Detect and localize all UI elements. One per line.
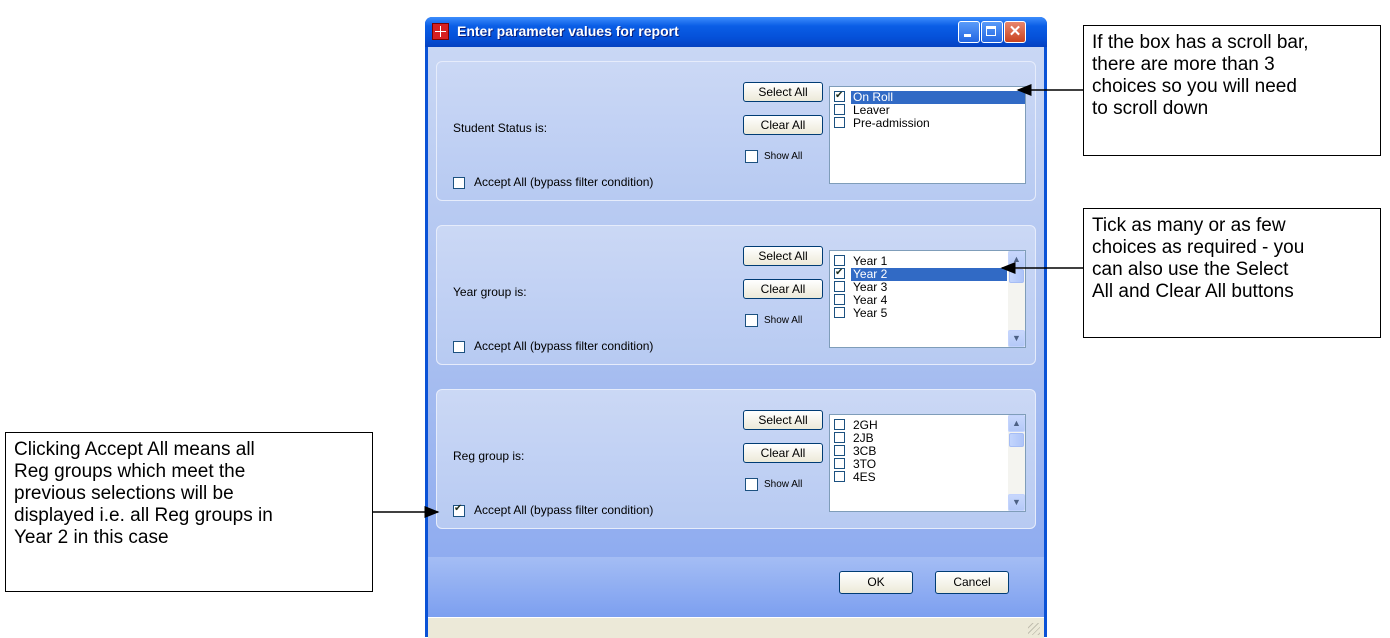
callout-arrows xyxy=(372,84,1083,518)
